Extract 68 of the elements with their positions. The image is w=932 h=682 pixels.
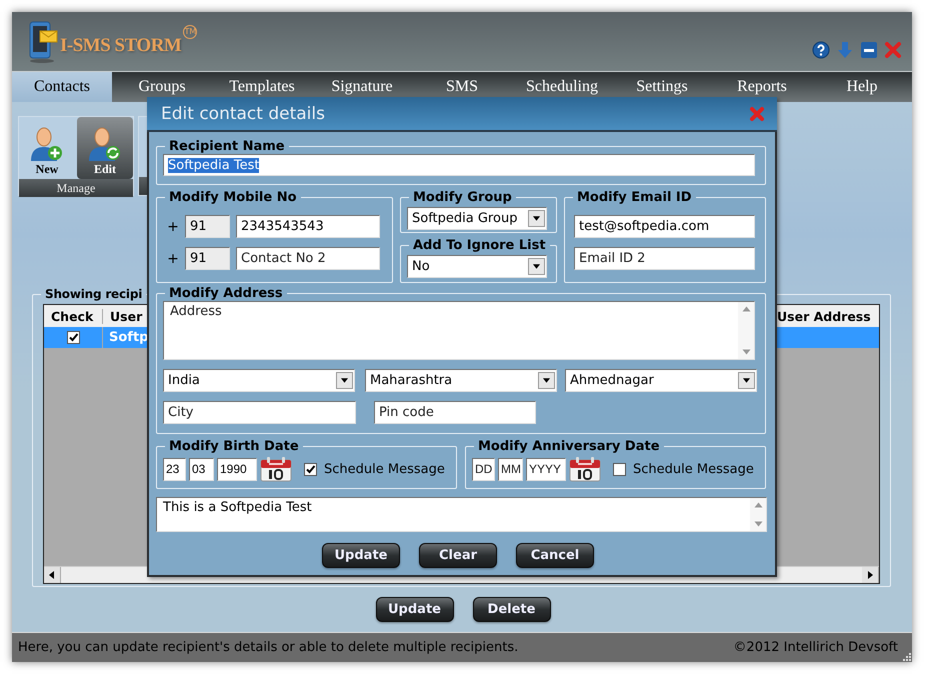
section-label: Modify Email ID [577, 190, 692, 205]
add-user-icon [29, 126, 65, 162]
dialog-button[interactable]: Cancel [516, 543, 594, 568]
plus-sign: + [167, 250, 179, 266]
edit-user-icon [87, 126, 123, 162]
scroll-left-icon[interactable] [44, 567, 61, 583]
dialog-title: Edit contact details [161, 104, 325, 124]
section-label: Modify Address [169, 286, 283, 301]
dialog-button[interactable]: Update [322, 543, 400, 568]
checkbox[interactable] [613, 462, 626, 476]
input-field[interactable]: Pin code [374, 401, 536, 424]
ribbon-group-label: Manage [19, 179, 133, 197]
help-icon[interactable] [812, 40, 830, 58]
input-field[interactable]: DD [472, 458, 495, 480]
section-label: Modify Anniversary Date [478, 439, 660, 454]
status-message: Here, you can update recipient's details or able to delete multiple recipients. [18, 640, 518, 655]
trademark-mark: TM [183, 24, 198, 38]
dropdown[interactable]: India [163, 369, 355, 392]
scroll-right-icon[interactable] [862, 567, 879, 583]
input-field[interactable]: Email ID 2 [574, 247, 755, 270]
section-label: Modify Group [413, 190, 512, 205]
section-label: Showing recipi [45, 287, 142, 301]
checkbox[interactable] [304, 462, 317, 476]
action-button[interactable]: Update [376, 597, 454, 622]
input-field[interactable]: 03 [189, 458, 214, 480]
section-label: Modify Mobile No [169, 190, 297, 205]
input-field[interactable]: 2343543543 [236, 215, 380, 238]
input-field[interactable]: Softpedia Test [163, 154, 755, 176]
checkbox-label: Schedule Message [324, 462, 445, 476]
calendar-icon[interactable] [569, 456, 601, 482]
section-label: Recipient Name [169, 139, 285, 154]
section-label: Add To Ignore List [413, 238, 546, 253]
input-field[interactable]: MM [498, 458, 523, 480]
input-field[interactable]: Contact No 2 [236, 247, 380, 270]
input-field[interactable]: 91 [185, 215, 230, 238]
table-cell: Softp [109, 330, 148, 345]
checkbox[interactable] [66, 331, 80, 344]
dropdown[interactable]: Ahmednagar [565, 369, 757, 392]
ribbon-button[interactable]: New [19, 117, 75, 179]
copyright-text: ©2012 Intellirich Devsoft [733, 640, 898, 655]
input-field[interactable]: 1990 [217, 458, 257, 480]
action-button[interactable]: Delete [472, 597, 550, 622]
ribbon-button[interactable]: Edit [77, 117, 133, 179]
column-header: Check [50, 308, 94, 324]
scroll-up-icon[interactable] [742, 306, 750, 312]
scroll-up-icon[interactable] [754, 502, 762, 508]
address-field[interactable]: Address [163, 301, 755, 360]
minimize-icon[interactable] [860, 40, 878, 58]
calendar-icon[interactable] [260, 456, 292, 482]
nav-tab[interactable]: Help [812, 72, 912, 102]
nav-tab[interactable]: Contacts [12, 72, 112, 102]
dialog-button[interactable]: Clear [419, 543, 497, 568]
resize-grip-icon[interactable] [901, 651, 911, 661]
dropdown[interactable]: Maharashtra [365, 369, 557, 392]
app-logo-text: I-SMS STORM [60, 34, 182, 56]
checkbox-label: Schedule Message [633, 462, 754, 476]
input-field[interactable]: 23 [163, 458, 186, 480]
phone-envelope-icon [28, 20, 58, 62]
dropdown[interactable]: No [407, 255, 547, 278]
input-field[interactable]: test@softpedia.com [574, 215, 755, 238]
input-field[interactable]: 91 [185, 247, 230, 270]
note-field[interactable]: This is a Softpedia Test [156, 497, 767, 532]
dropdown[interactable]: Softpedia Group [407, 207, 547, 230]
scroll-down-icon[interactable] [754, 521, 762, 527]
plus-sign: + [167, 218, 179, 234]
input-field[interactable]: City [163, 401, 356, 424]
input-field[interactable]: YYYY [526, 458, 566, 480]
section-label: Modify Birth Date [169, 439, 299, 454]
